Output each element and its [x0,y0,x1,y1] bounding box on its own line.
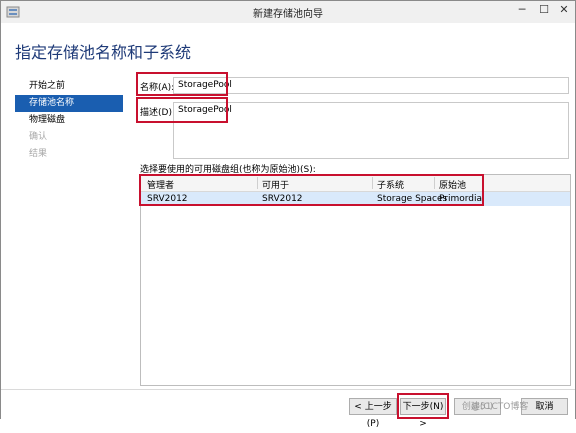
next-button[interactable]: 下一步(N) > [400,398,446,429]
column-divider[interactable] [434,177,435,189]
close-icon: ✕ [559,3,569,16]
description-label: 描述(D): [140,108,175,118]
column-header-subsystem[interactable]: 子系统 [377,178,404,191]
wizard-window: 新建存储池向导 ─ ☐ ✕ 指定存储池名称和子系统 开始之前 存储池名称 物理磁… [0,0,576,429]
column-divider[interactable] [257,177,258,189]
maximize-icon: ☐ [539,3,549,16]
nav-item-results: 结果 [29,149,48,159]
title-bar[interactable]: 新建存储池向导 ─ ☐ ✕ [1,1,575,23]
cell-manager: SRV2012 [147,194,188,204]
page-title: 指定存储池名称和子系统 [15,43,192,62]
cell-primordial-pool: Primordial [439,194,485,204]
watermark-text: @51CTO博客 [471,402,529,412]
table-header: 管理者 可用于 子系统 原始池 [141,175,570,192]
column-header-manager[interactable]: 管理者 [147,178,174,191]
column-divider[interactable] [372,177,373,189]
disk-group-table[interactable]: 管理者 可用于 子系统 原始池 SRV2012 SRV2012 Storage … [140,174,571,386]
window-title: 新建存储池向导 [253,9,323,20]
table-row[interactable]: SRV2012 SRV2012 Storage Spaces Primordia… [141,192,570,206]
close-button[interactable]: ✕ [553,1,575,21]
minimize-button[interactable]: ─ [511,1,533,21]
name-field-value: StoragePool [178,80,232,90]
nav-item-confirmation: 确认 [29,132,48,142]
description-field-value: StoragePool [178,105,232,115]
maximize-button[interactable]: ☐ [533,1,555,21]
nav-item-physical-disks[interactable]: 物理磁盘 [15,112,123,129]
cell-available-to: SRV2012 [262,194,303,204]
nav-item-storage-pool-name[interactable]: 存储池名称 [15,95,123,112]
description-field[interactable]: StoragePool [173,102,569,159]
nav-item-before-you-begin[interactable]: 开始之前 [15,78,123,95]
column-header-primordial-pool[interactable]: 原始池 [439,178,466,191]
name-label: 名称(A): [140,83,175,93]
minimize-icon: ─ [518,3,526,16]
column-header-available-to[interactable]: 可用于 [262,178,289,191]
name-field[interactable]: StoragePool [173,77,569,94]
cell-subsystem: Storage Spaces [377,194,448,204]
previous-button[interactable]: < 上一步(P) [349,398,397,429]
wizard-step-nav: 开始之前 存储池名称 物理磁盘 确认 结果 [15,78,123,163]
